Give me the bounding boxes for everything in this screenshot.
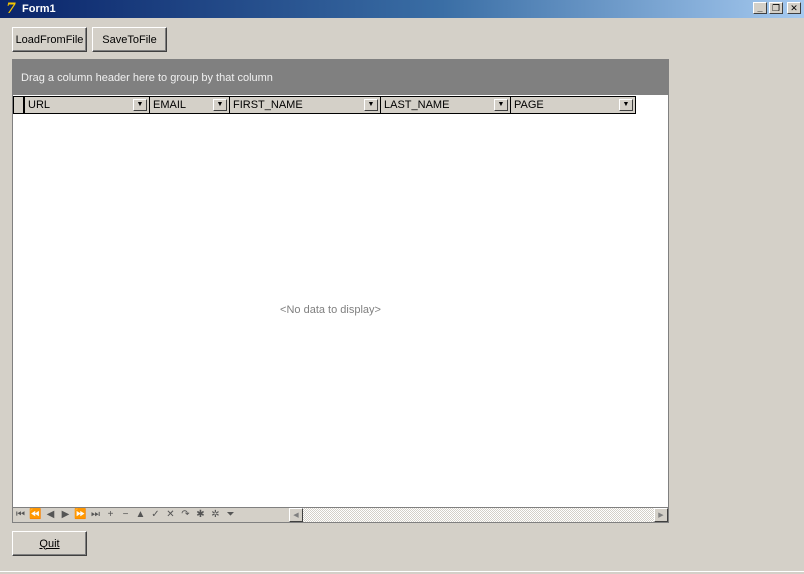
- scroll-left-icon: ◀: [293, 512, 299, 519]
- delete-record-button[interactable]: −: [118, 508, 133, 522]
- next-page-button[interactable]: ⏩: [73, 508, 88, 522]
- column-label: FIRST_NAME: [233, 99, 303, 111]
- cancel-edit-icon: ✕: [166, 509, 175, 520]
- window-title: Form1: [22, 3, 56, 15]
- goto-bookmark-button[interactable]: ✲: [208, 508, 223, 522]
- data-grid[interactable]: Drag a column header here to group by th…: [12, 59, 669, 523]
- bottom-edge: [0, 571, 804, 572]
- chevron-down-icon[interactable]: ▼: [494, 99, 508, 111]
- refresh-button[interactable]: ↷: [178, 508, 193, 522]
- next-record-button[interactable]: ▶: [58, 508, 73, 522]
- prior-page-icon: ⏪: [29, 509, 42, 520]
- chevron-down-icon[interactable]: ▼: [133, 99, 147, 111]
- post-edit-icon: ✓: [151, 509, 160, 520]
- insert-record-icon: +: [107, 509, 114, 520]
- restore-button[interactable]: ❐: [769, 2, 783, 14]
- last-record-icon: ⏭: [91, 509, 100, 520]
- column-header-url[interactable]: URL ▼: [25, 97, 150, 113]
- chevron-down-icon[interactable]: ▼: [213, 99, 227, 111]
- delete-record-icon: −: [122, 509, 129, 520]
- title-bar[interactable]: 7 Form1 _ ❐ ✕: [0, 0, 804, 18]
- column-label: URL: [28, 99, 51, 111]
- minimize-icon: _: [757, 3, 763, 13]
- minimize-button[interactable]: _: [753, 2, 767, 14]
- filter-button[interactable]: ⏷: [223, 508, 238, 522]
- first-record-button[interactable]: ⏮: [13, 508, 28, 522]
- scroll-right-icon: ▶: [658, 512, 664, 519]
- column-header-first-name[interactable]: FIRST_NAME ▼: [230, 97, 381, 113]
- quit-button[interactable]: Quit: [12, 531, 87, 556]
- last-record-button[interactable]: ⏭: [88, 508, 103, 522]
- next-page-icon: ⏩: [74, 509, 87, 520]
- column-label: EMAIL: [153, 99, 187, 111]
- refresh-icon: ↷: [181, 509, 190, 520]
- load-from-file-button[interactable]: LoadFromFile: [12, 27, 87, 52]
- goto-bookmark-icon: ✲: [211, 509, 220, 520]
- scroll-right-button[interactable]: ▶: [654, 508, 668, 522]
- cancel-edit-button[interactable]: ✕: [163, 508, 178, 522]
- prior-page-button[interactable]: ⏪: [28, 508, 43, 522]
- column-label: PAGE: [514, 99, 544, 111]
- app-icon[interactable]: 7: [3, 1, 19, 17]
- prior-record-button[interactable]: ◀: [43, 508, 58, 522]
- close-icon: ✕: [790, 3, 798, 13]
- column-label: LAST_NAME: [384, 99, 450, 111]
- group-by-hint: Drag a column header here to group by th…: [21, 72, 273, 84]
- close-button[interactable]: ✕: [787, 2, 801, 14]
- column-header-email[interactable]: EMAIL ▼: [150, 97, 230, 113]
- no-data-message: <No data to display>: [280, 304, 381, 316]
- post-edit-button[interactable]: ✓: [148, 508, 163, 522]
- edit-record-button[interactable]: ▲: [133, 508, 148, 522]
- prior-record-icon: ◀: [46, 509, 55, 520]
- row-indicator-header: [14, 97, 25, 113]
- column-header-page[interactable]: PAGE ▼: [511, 97, 635, 113]
- first-record-icon: ⏮: [16, 509, 25, 520]
- column-header-row: URL ▼ EMAIL ▼ FIRST_NAME ▼ LAST_NAME ▼ P…: [13, 96, 636, 114]
- chevron-down-icon[interactable]: ▼: [619, 99, 633, 111]
- horizontal-scrollbar[interactable]: ◀ ▶: [289, 508, 668, 522]
- chevron-down-icon[interactable]: ▼: [364, 99, 378, 111]
- restore-icon: ❐: [771, 3, 781, 13]
- column-header-last-name[interactable]: LAST_NAME ▼: [381, 97, 511, 113]
- bookmark-button[interactable]: ✱: [193, 508, 208, 522]
- filter-icon: ⏷: [226, 509, 235, 520]
- edit-record-icon: ▲: [135, 509, 146, 520]
- record-navigator: ⏮ ⏪ ◀ ▶ ⏩ ⏭ + − ▲ ✓ ✕ ↷ ✱ ✲ ⏷ ◀ ▶: [13, 507, 668, 522]
- insert-record-button[interactable]: +: [103, 508, 118, 522]
- bookmark-icon: ✱: [196, 509, 205, 520]
- next-record-icon: ▶: [61, 509, 70, 520]
- scroll-left-button[interactable]: ◀: [289, 508, 303, 522]
- quit-label: Quit: [39, 537, 60, 550]
- group-by-panel[interactable]: Drag a column header here to group by th…: [13, 60, 668, 95]
- save-to-file-button[interactable]: SaveToFile: [92, 27, 167, 52]
